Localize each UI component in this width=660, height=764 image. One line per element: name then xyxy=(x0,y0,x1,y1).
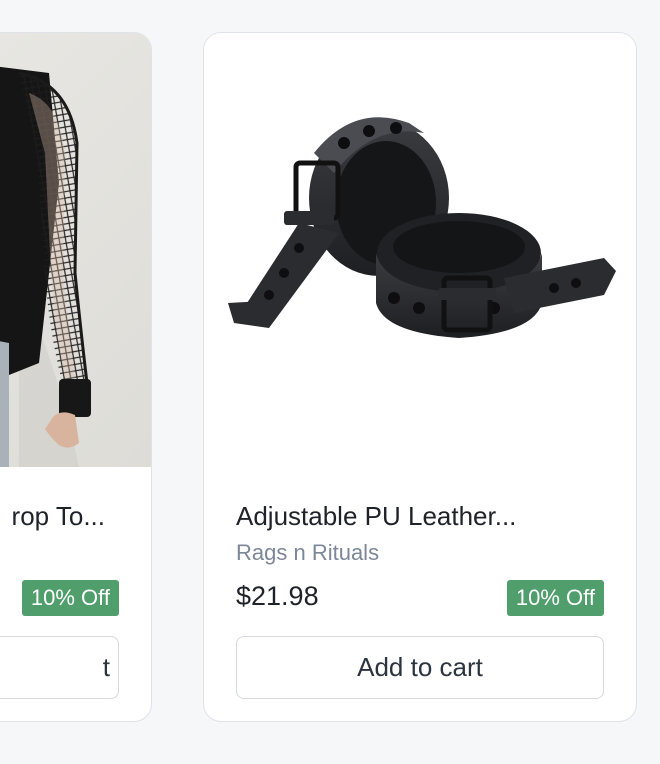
product-grid: rop To... 10% Off t Adjustable PU Leathe… xyxy=(0,0,660,764)
product-price: $21.98 xyxy=(236,581,319,611)
add-to-cart-label: t xyxy=(102,652,110,682)
discount-badge: 10% Off xyxy=(506,580,604,616)
leather-cuffs-icon xyxy=(228,117,616,338)
add-to-cart-button[interactable]: Add to cart xyxy=(236,636,604,699)
model-photo-icon xyxy=(0,33,151,467)
add-to-cart-button[interactable]: t xyxy=(0,636,119,699)
product-title[interactable]: rop To... xyxy=(12,498,105,534)
product-title[interactable]: Adjustable PU Leather... xyxy=(236,498,606,534)
product-image-cuffs[interactable] xyxy=(204,33,636,467)
product-image-model[interactable] xyxy=(0,33,151,467)
discount-badge: 10% Off xyxy=(21,580,119,616)
product-card[interactable]: rop To... 10% Off t xyxy=(0,32,152,722)
product-card[interactable]: Adjustable PU Leather... Rags n Rituals … xyxy=(203,32,637,722)
product-brand[interactable]: Rags n Rituals xyxy=(236,540,379,566)
